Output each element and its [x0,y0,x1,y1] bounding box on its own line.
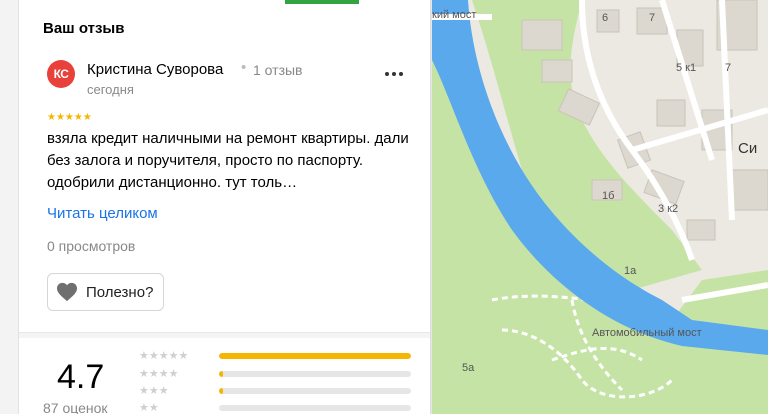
review-date: сегодня [87,82,134,97]
map-label-house: 5а [462,362,475,374]
distribution-bar [219,353,411,359]
map-label-house: 3 к2 [658,203,679,215]
review-text: взяла кредит наличными на ремонт квартир… [47,130,409,191]
overall-rating: 4.7 [57,358,105,396]
distribution-bar-fill [219,388,223,394]
distribution-stars: ★★★★ [139,368,179,380]
active-tab-indicator [285,0,359,4]
app-root: Ваш отзыв КС Кристина Суворова • 1 отзыв… [0,0,768,414]
distribution-bar [219,405,411,411]
distribution-bar [219,388,411,394]
heart-icon [57,282,77,302]
more-dot-icon [385,72,389,76]
map-label-house: 7 [725,62,732,74]
map-label-district: Си [738,140,758,157]
review-stars: ★★★★★ [47,112,92,123]
distribution-stars: ★★ [139,402,159,414]
useful-label: Полезно? [86,283,154,301]
more-options-button[interactable] [381,64,407,84]
read-more-link[interactable]: Читать целиком [47,205,158,222]
more-dot-icon [392,72,396,76]
map-label-house: 7 [649,12,656,24]
distribution-bar-fill [219,371,223,377]
map-view[interactable]: кий мост Автомобильный мост Си 7 7 6 5 к… [432,0,768,414]
section-divider [19,332,430,338]
distribution-stars: ★★★ [139,385,169,397]
ratings-count: 87 оценок [43,400,108,414]
map-canvas[interactable] [432,0,768,414]
map-label-house: 6 [602,12,609,24]
section-title: Ваш отзыв [43,20,125,37]
map-label-house: 1а [624,265,637,277]
useful-button[interactable]: Полезно? [47,273,165,311]
distribution-bar [219,371,411,377]
review-panel: Ваш отзыв КС Кристина Суворова • 1 отзыв… [19,0,431,414]
views-count: 0 просмотров [47,238,136,254]
map-label-car-bridge: Автомобильный мост [592,327,702,339]
author-name[interactable]: Кристина Суворова [87,61,223,78]
author-reviews-count: 1 отзыв [253,62,303,78]
distribution-bar-fill [219,353,411,359]
more-dot-icon [399,72,403,76]
left-sidebar-strip [0,0,19,414]
map-label-house: 5 к1 [676,62,697,74]
avatar[interactable]: КС [47,60,75,88]
map-label-bridge: кий мост [432,9,477,21]
map-label-house: 1б [602,190,615,202]
distribution-stars: ★★★★★ [139,350,189,362]
separator-dot: • [241,59,247,76]
